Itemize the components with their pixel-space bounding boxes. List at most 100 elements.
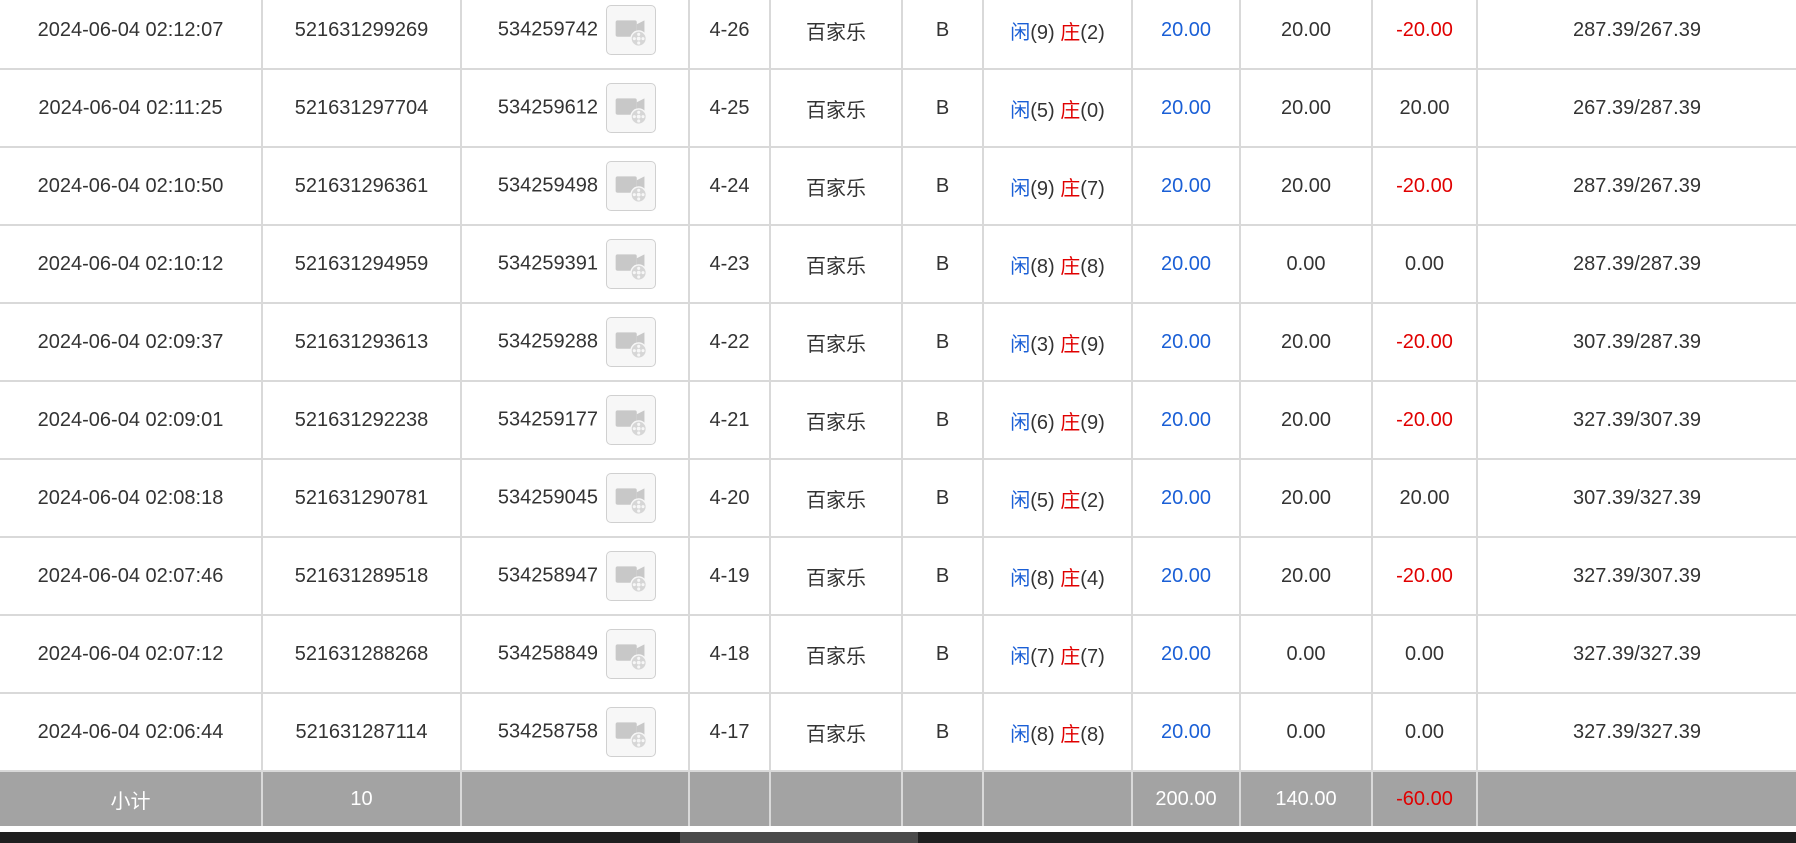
video-replay-button[interactable] (606, 395, 656, 445)
player-label: 闲 (1010, 567, 1031, 590)
result-cell: 闲(5) 庄(0) (982, 68, 1133, 148)
balance-cell: 287.39/267.39 (1476, 0, 1796, 70)
round-cell: 4-17 (688, 692, 771, 772)
video-replay-icon (607, 240, 655, 288)
banker-score: (7) (1080, 177, 1105, 200)
game-id-cell: 534258947 (460, 536, 690, 616)
video-replay-button[interactable] (606, 473, 656, 523)
time-cell: 2024-06-04 02:06:44 (0, 692, 263, 772)
bet-history-table: 2024-06-04 02:12:07 521631299269 534259742… (0, 0, 1796, 826)
player-label: 闲 (1010, 99, 1031, 122)
game-id-cell: 534259498 (460, 146, 690, 226)
table-row: 2024-06-04 02:09:01 521631292238 534259177… (0, 380, 1796, 460)
bet-amount-cell: 20.00 (1131, 458, 1241, 538)
game-name-cell: 百家乐 (769, 302, 903, 382)
bet-type-cell: B (901, 614, 984, 694)
banker-score: (2) (1080, 489, 1105, 512)
video-replay-icon (607, 708, 655, 756)
table-row: 2024-06-04 02:07:46 521631289518 534258947… (0, 536, 1796, 616)
result-cell: 闲(8) 庄(4) (982, 536, 1133, 616)
bet-amount-cell: 20.00 (1131, 224, 1241, 304)
table-row: 2024-06-04 02:11:25 521631297704 534259612… (0, 68, 1796, 148)
player-score: (5) (1030, 489, 1055, 512)
round-cell: 4-24 (688, 146, 771, 226)
video-replay-button[interactable] (606, 83, 656, 133)
table-row: 2024-06-04 02:08:18 521631290781 534259045… (0, 458, 1796, 538)
time-cell: 2024-06-04 02:11:25 (0, 68, 263, 148)
video-replay-button[interactable] (606, 239, 656, 289)
video-replay-button[interactable] (606, 551, 656, 601)
video-replay-icon (607, 84, 655, 132)
banker-label: 庄 (1060, 645, 1081, 668)
video-replay-button[interactable] (606, 629, 656, 679)
banker-score: (7) (1080, 645, 1105, 668)
banker-score: (2) (1080, 21, 1105, 44)
result-cell: 闲(8) 庄(8) (982, 692, 1133, 772)
valid-amount-cell: 20.00 (1239, 0, 1373, 70)
valid-amount-cell: 20.00 (1239, 146, 1373, 226)
video-replay-button[interactable] (606, 317, 656, 367)
balance-cell: 327.39/327.39 (1476, 692, 1796, 772)
game-id-text: 534258758 (497, 720, 598, 743)
banker-score: (8) (1080, 255, 1105, 278)
time-cell: 2024-06-04 02:09:37 (0, 302, 263, 382)
banker-score: (9) (1080, 411, 1105, 434)
game-name-cell: 百家乐 (769, 458, 903, 538)
game-name-cell: 百家乐 (769, 536, 903, 616)
banker-label: 庄 (1060, 333, 1081, 356)
subtotal-empty (688, 770, 771, 826)
banker-score: (9) (1080, 333, 1105, 356)
scrollbar-thumb[interactable] (680, 832, 918, 843)
player-score: (8) (1030, 723, 1055, 746)
balance-cell: 327.39/327.39 (1476, 614, 1796, 694)
table-row: 2024-06-04 02:09:37 521631293613 534259288… (0, 302, 1796, 382)
bet-id-cell: 521631299269 (261, 0, 462, 70)
subtotal-label: 小计 (0, 770, 263, 826)
bet-amount-cell: 20.00 (1131, 536, 1241, 616)
game-name-cell: 百家乐 (769, 380, 903, 460)
valid-amount-cell: 0.00 (1239, 614, 1373, 694)
player-label: 闲 (1010, 177, 1031, 200)
video-replay-button[interactable] (606, 161, 656, 211)
win-loss-cell: -20.00 (1371, 146, 1478, 226)
round-cell: 4-18 (688, 614, 771, 694)
table-row: 2024-06-04 02:10:12 521631294959 534259391… (0, 224, 1796, 304)
video-replay-icon (607, 396, 655, 444)
result-cell: 闲(9) 庄(2) (982, 0, 1133, 70)
video-replay-button[interactable] (606, 5, 656, 55)
balance-cell: 327.39/307.39 (1476, 536, 1796, 616)
result-cell: 闲(7) 庄(7) (982, 614, 1133, 694)
bet-type-cell: B (901, 146, 984, 226)
player-score: (8) (1030, 255, 1055, 278)
subtotal-empty (769, 770, 903, 826)
result-cell: 闲(3) 庄(9) (982, 302, 1133, 382)
bet-type-cell: B (901, 302, 984, 382)
video-replay-button[interactable] (606, 707, 656, 757)
game-id-cell: 534259391 (460, 224, 690, 304)
game-id-cell: 534258758 (460, 692, 690, 772)
round-cell: 4-20 (688, 458, 771, 538)
bet-amount-cell: 20.00 (1131, 68, 1241, 148)
time-cell: 2024-06-04 02:08:18 (0, 458, 263, 538)
horizontal-scrollbar[interactable] (0, 832, 1796, 843)
banker-label: 庄 (1060, 177, 1081, 200)
table-row: 2024-06-04 02:10:50 521631296361 534259498… (0, 146, 1796, 226)
table-row: 2024-06-04 02:06:44 521631287114 534258758… (0, 692, 1796, 772)
subtotal-bet-amount: 200.00 (1131, 770, 1241, 826)
win-loss-cell: 0.00 (1371, 614, 1478, 694)
round-cell: 4-26 (688, 0, 771, 70)
bet-type-cell: B (901, 380, 984, 460)
valid-amount-cell: 20.00 (1239, 458, 1373, 538)
bet-amount-cell: 20.00 (1131, 692, 1241, 772)
valid-amount-cell: 0.00 (1239, 692, 1373, 772)
game-name-cell: 百家乐 (769, 146, 903, 226)
player-score: (5) (1030, 99, 1055, 122)
bet-amount-cell: 20.00 (1131, 614, 1241, 694)
banker-score: (4) (1080, 567, 1105, 590)
video-replay-icon (607, 318, 655, 366)
game-id-text: 534259612 (497, 96, 598, 119)
balance-cell: 287.39/287.39 (1476, 224, 1796, 304)
bet-type-cell: B (901, 692, 984, 772)
subtotal-count: 10 (261, 770, 462, 826)
game-id-text: 534258947 (497, 564, 598, 587)
